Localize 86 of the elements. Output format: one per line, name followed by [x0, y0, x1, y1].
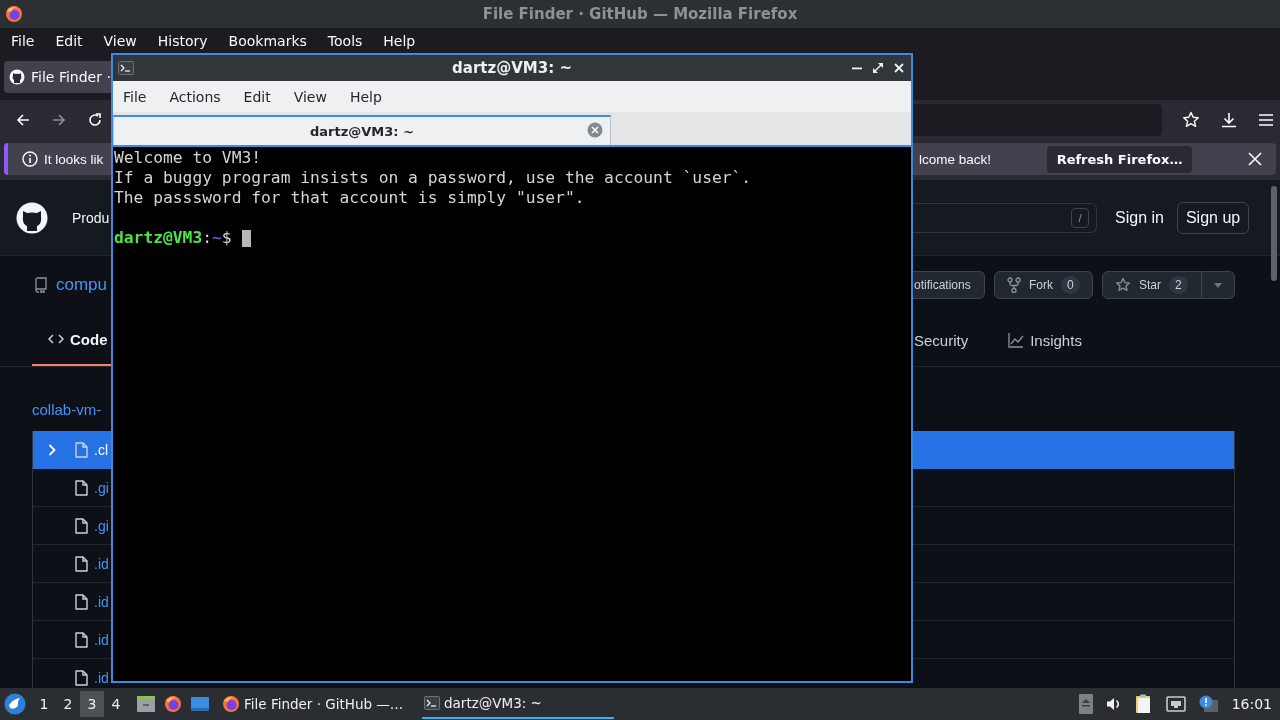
workspace-button[interactable]: 3: [80, 691, 104, 717]
menu-item[interactable]: Bookmarks: [228, 32, 307, 49]
menu-item[interactable]: Tools: [327, 32, 363, 49]
shortcut-key: /: [1071, 207, 1089, 228]
menu-item[interactable]: Edit: [55, 32, 83, 49]
repo-tab[interactable]: Security: [913, 314, 983, 366]
file-manager-icon[interactable]: [136, 695, 156, 713]
counter-badge: 0: [1061, 276, 1080, 294]
caret-icon: [1214, 282, 1222, 288]
menu-item[interactable]: View: [293, 88, 327, 105]
workspace-button[interactable]: 4: [104, 691, 128, 717]
clipboard-icon[interactable]: [1134, 694, 1153, 714]
terminal-icon: [424, 696, 440, 710]
start-menu-icon[interactable]: [4, 693, 26, 715]
reload-icon[interactable]: [87, 112, 103, 128]
search-field[interactable]: /: [913, 202, 1097, 233]
notification-text: It looks lik: [44, 151, 104, 167]
firefox-icon: [222, 695, 240, 713]
workspace-button[interactable]: 2: [56, 691, 80, 717]
sign-up-button[interactable]: Sign up: [1176, 201, 1250, 234]
terminal-line: Welcome to VM3!: [114, 148, 263, 168]
info-icon: [22, 151, 38, 167]
file-icon: [74, 441, 89, 458]
repo-name-link[interactable]: compu: [56, 275, 108, 295]
forward-icon[interactable]: [51, 112, 67, 128]
clock[interactable]: 16:01: [1231, 696, 1272, 712]
prompt-separator: :: [202, 228, 213, 248]
github-icon: [9, 68, 25, 85]
graph-icon: [1008, 332, 1025, 348]
menu-item[interactable]: History: [157, 32, 208, 49]
terminal-tab[interactable]: dartz@VM3: ~: [113, 115, 611, 145]
maximize-icon[interactable]: [872, 62, 884, 74]
notifications-button[interactable]: otifications: [913, 271, 985, 299]
browser-tab[interactable]: File Finder ·: [4, 60, 111, 93]
close-icon[interactable]: [893, 62, 905, 74]
breadcrumb-link[interactable]: collab-vm-: [32, 401, 102, 431]
github-logo-icon[interactable]: [16, 201, 48, 234]
file-icon: [74, 555, 89, 572]
text-cursor: [241, 229, 251, 247]
window-title: dartz@VM3: ~: [452, 59, 572, 77]
file-icon: [74, 669, 89, 686]
back-icon[interactable]: [15, 112, 31, 128]
tray-expand-icon[interactable]: [1078, 694, 1093, 714]
terminal-icon: [118, 61, 134, 75]
window-title: File Finder · GitHub — Mozilla Firefox: [482, 5, 798, 23]
file-icon: [74, 479, 89, 496]
fork-button[interactable]: Fork 0: [994, 271, 1093, 299]
menu-item[interactable]: File: [123, 88, 147, 105]
scrollbar-thumb[interactable]: [1271, 186, 1277, 281]
terminal-line: If a buggy program insists on a password, use the account `user`.: [114, 168, 753, 188]
file-icon: [74, 517, 89, 534]
volume-icon[interactable]: [1105, 696, 1122, 712]
workspace-button[interactable]: 1: [32, 691, 56, 717]
file-icon: [74, 593, 89, 610]
refresh-button[interactable]: Refresh Firefox…: [1046, 145, 1193, 173]
terminal-line: The passsword for that account is simply "user".: [114, 188, 586, 208]
fork-icon: [1007, 277, 1021, 293]
file-icon: [74, 631, 89, 648]
task-button[interactable]: File Finder · GitHub —…: [220, 689, 412, 719]
menu-item[interactable]: Actions: [169, 88, 221, 105]
firefox-icon[interactable]: [164, 695, 182, 713]
star-icon[interactable]: [1182, 111, 1200, 129]
star-button[interactable]: Star 2: [1102, 271, 1202, 299]
menu-icon[interactable]: [1258, 113, 1274, 127]
menu-item[interactable]: File: [11, 32, 35, 49]
network-icon[interactable]: [1165, 696, 1186, 712]
repo-tab[interactable]: Insights: [1002, 314, 1088, 366]
notification-icon[interactable]: [1198, 695, 1219, 713]
counter-badge: 2: [1169, 276, 1188, 294]
desktop-icon[interactable]: [190, 695, 210, 713]
menu-item[interactable]: Help: [383, 32, 416, 49]
prompt-user: dartz@VM3: [114, 228, 203, 248]
sign-in-link[interactable]: Sign in: [1115, 208, 1164, 227]
task-button[interactable]: dartz@VM3: ~: [422, 689, 614, 719]
firefox-icon: [5, 5, 23, 23]
repo-icon: [34, 277, 48, 293]
prompt-symbol: $: [221, 228, 232, 248]
download-icon[interactable]: [1220, 111, 1238, 129]
menu-item[interactable]: Help: [349, 88, 382, 105]
star-icon: [1115, 277, 1131, 293]
menu-item[interactable]: View: [103, 32, 137, 49]
nav-link[interactable]: Produ: [72, 209, 110, 226]
notification-text: lcome back!: [919, 151, 992, 167]
menu-item[interactable]: Edit: [243, 88, 271, 105]
file-row[interactable]: .cl: [32, 431, 111, 469]
prompt-path: ~: [212, 228, 222, 248]
